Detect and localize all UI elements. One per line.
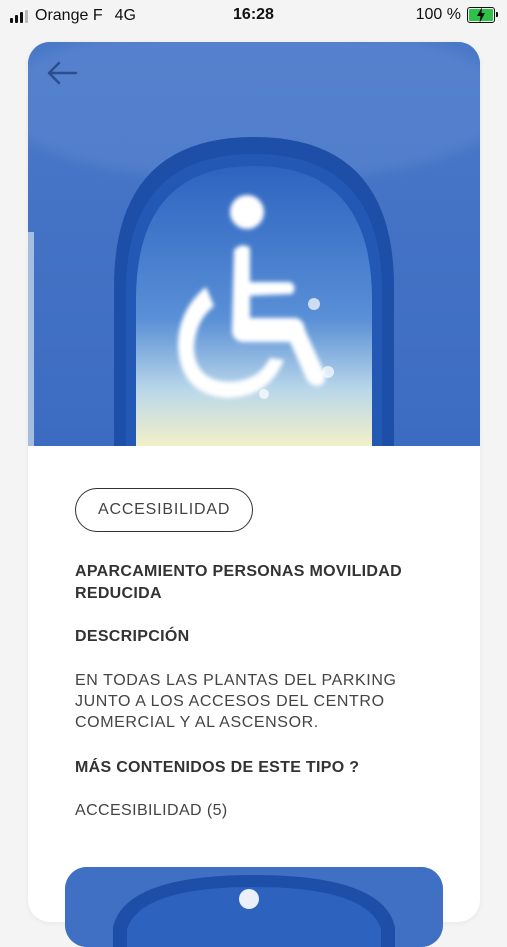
hero-image [28, 42, 480, 446]
back-button[interactable] [44, 58, 80, 88]
status-bar: Orange F 4G 16:28 100 % [0, 0, 507, 32]
more-content-heading: MÁS CONTENIDOS DE ESTE TIPO ? [75, 759, 360, 776]
wheelchair-cloud-illustration [28, 42, 480, 446]
description-heading: DESCRIPCIÓN [75, 628, 190, 645]
battery-charging-icon [467, 7, 498, 23]
description-text: EN TODAS LAS PLANTAS DEL PARKING JUNTO A… [75, 672, 397, 731]
battery-level-fill [469, 7, 493, 23]
related-category-link[interactable]: ACCESIBILIDAD (5) [75, 802, 228, 820]
content-card: ACCESIBILIDAD APARCAMIENTO PERSONAS MOVI… [28, 42, 480, 922]
status-bar-right: 100 % [415, 6, 498, 24]
charging-bolt-icon [477, 7, 485, 23]
battery-percent: 100 % [415, 6, 461, 23]
category-tag[interactable]: ACCESIBILIDAD [75, 488, 254, 532]
page-title: APARCAMIENTO PERSONAS MOVILIDAD REDUCIDA [75, 563, 402, 602]
detail-content: ACCESIBILIDAD APARCAMIENTO PERSONAS MOVI… [28, 446, 480, 820]
arrow-left-icon [47, 61, 78, 85]
related-item-card[interactable] [65, 867, 443, 947]
related-item-image [65, 867, 443, 947]
